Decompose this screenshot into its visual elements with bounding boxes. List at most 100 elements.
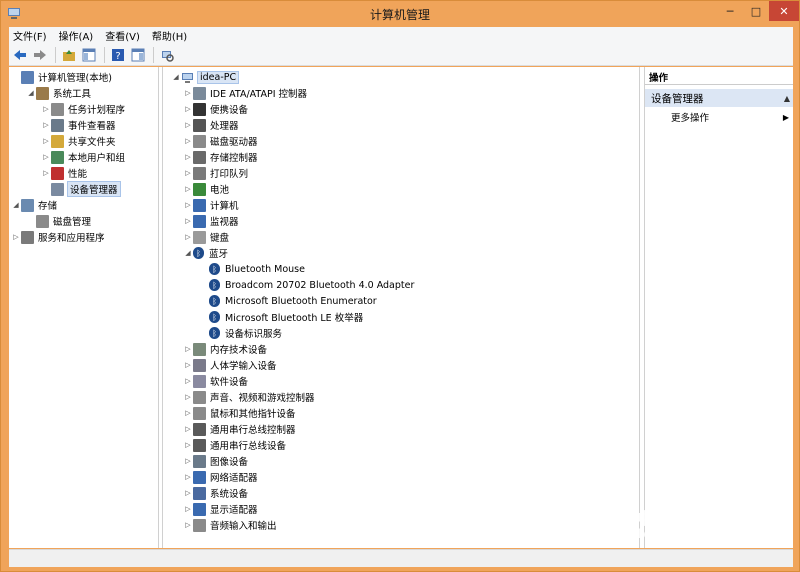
folder-up-icon [63, 49, 75, 61]
console-tree-item-label: 共享文件夹 [68, 137, 116, 148]
expand-arrow-icon[interactable]: ▷ [183, 201, 193, 209]
close-button[interactable]: ✕ [769, 1, 799, 21]
help-button[interactable]: ? [109, 46, 127, 64]
tree-root-idea-pc[interactable]: ◢ idea-PC [171, 69, 240, 85]
device-category[interactable]: ▷ 网络适配器 [183, 469, 258, 485]
device-category[interactable]: ◢ ᛒ 蓝牙 [183, 245, 228, 261]
maximize-button[interactable]: □ [743, 1, 769, 21]
collapse-up-icon[interactable]: ▲ [784, 94, 790, 103]
expand-arrow-icon[interactable]: ▷ [183, 169, 193, 177]
collapse-arrow-icon[interactable]: ◢ [11, 201, 21, 209]
device-category[interactable]: ▷ 通用串行总线设备 [183, 437, 286, 453]
device-category[interactable]: ▷ 音频输入和输出 [183, 517, 277, 533]
expand-arrow-icon[interactable]: ▷ [41, 121, 51, 129]
actions-section-device-manager[interactable]: 设备管理器 ▲ [645, 89, 793, 107]
title-bar[interactable]: 计算机管理 ─ □ ✕ [1, 1, 799, 25]
up-level-button[interactable] [60, 46, 78, 64]
disk-drive-icon [193, 134, 206, 148]
device-category[interactable]: ▷ 计算机 [183, 197, 239, 213]
console-tree-item[interactable]: 磁盘管理 [26, 213, 91, 229]
show-hide-action-pane-button[interactable] [129, 46, 147, 64]
minimize-button[interactable]: ─ [717, 1, 743, 21]
expand-arrow-icon[interactable]: ▷ [183, 521, 193, 529]
forward-button[interactable] [31, 46, 49, 64]
console-tree-item[interactable]: ▷ 事件查看器 [41, 117, 116, 133]
expand-arrow-icon[interactable]: ▷ [183, 489, 193, 497]
expand-arrow-icon[interactable]: ▷ [183, 345, 193, 353]
device-item[interactable]: ᛒ Microsoft Bluetooth Enumerator [209, 293, 377, 309]
shared-folder-icon [51, 134, 64, 148]
menu-view[interactable]: 查看(V) [105, 28, 140, 43]
device-category-label: 鼠标和其他指针设备 [210, 409, 296, 420]
device-category[interactable]: ▷ 存储控制器 [183, 149, 258, 165]
device-item[interactable]: ᛒ 设备标识服务 [209, 325, 282, 341]
expand-arrow-icon[interactable]: ▷ [41, 153, 51, 161]
expand-arrow-icon[interactable]: ▷ [183, 409, 193, 417]
collapse-arrow-icon[interactable]: ◢ [183, 249, 193, 257]
expand-arrow-icon[interactable]: ▷ [183, 361, 193, 369]
console-tree-item-label: 存储 [38, 201, 58, 212]
device-category[interactable]: ▷ 键盘 [183, 229, 229, 245]
device-category[interactable]: ▷ 图像设备 [183, 453, 248, 469]
device-category[interactable]: ▷ 通用串行总线控制器 [183, 421, 296, 437]
expand-arrow-icon[interactable]: ▷ [183, 217, 193, 225]
expand-arrow-icon[interactable]: ▷ [183, 393, 193, 401]
more-actions-item[interactable]: 更多操作 ▶ [671, 109, 791, 125]
device-category[interactable]: ▷ 显示适配器 [183, 501, 258, 517]
menu-action[interactable]: 操作(A) [59, 28, 94, 43]
device-category[interactable]: ▷ 系统设备 [183, 485, 248, 501]
show-hide-console-tree-button[interactable] [80, 46, 98, 64]
expand-arrow-icon[interactable]: ▷ [41, 105, 51, 113]
console-tree-item[interactable]: ▷ 性能 [41, 165, 87, 181]
expand-arrow-icon[interactable]: ▷ [183, 425, 193, 433]
expand-arrow-icon[interactable]: ▷ [183, 137, 193, 145]
device-category[interactable]: ▷ 声音、视频和游戏控制器 [183, 389, 315, 405]
console-tree-item[interactable]: ▷ 服务和应用程序 [11, 229, 105, 245]
device-item[interactable]: ᛒ Broadcom 20702 Bluetooth 4.0 Adapter [209, 277, 414, 293]
expand-arrow-icon[interactable]: ▷ [183, 185, 193, 193]
expand-arrow-icon[interactable]: ▷ [183, 105, 193, 113]
device-category[interactable]: ▷ 处理器 [183, 117, 239, 133]
menu-help[interactable]: 帮助(H) [152, 28, 187, 43]
device-category[interactable]: ▷ IDE ATA/ATAPI 控制器 [183, 85, 307, 101]
device-category[interactable]: ▷ 打印队列 [183, 165, 248, 181]
expand-arrow-icon[interactable]: ▷ [183, 505, 193, 513]
device-item[interactable]: ᛒ Microsoft Bluetooth LE 枚举器 [209, 309, 363, 325]
console-tree-item-label: 本地用户和组 [68, 153, 126, 164]
device-category[interactable]: ▷ 磁盘驱动器 [183, 133, 258, 149]
device-category[interactable]: ▷ 内存技术设备 [183, 341, 267, 357]
console-tree-item[interactable]: ▷ 本地用户和组 [41, 149, 125, 165]
console-tree-item[interactable]: 设备管理器 [41, 181, 121, 197]
device-category-label: 图像设备 [210, 457, 249, 468]
expand-arrow-icon[interactable]: ▷ [183, 89, 193, 97]
expand-arrow-icon[interactable]: ▷ [41, 137, 51, 145]
device-category[interactable]: ▷ 便携设备 [183, 101, 248, 117]
console-tree-item[interactable]: ◢ 系统工具 [26, 85, 91, 101]
ide-controller-icon [193, 86, 206, 100]
expand-arrow-icon[interactable]: ▷ [183, 121, 193, 129]
console-tree-item[interactable]: 计算机管理(本地) [11, 69, 112, 85]
expand-arrow-icon[interactable]: ▷ [183, 153, 193, 161]
expand-arrow-icon[interactable]: ▷ [183, 377, 193, 385]
device-category[interactable]: ▷ 软件设备 [183, 373, 248, 389]
expand-arrow-icon[interactable]: ▷ [11, 233, 21, 241]
device-item[interactable]: ᛒ Bluetooth Mouse [209, 261, 305, 277]
expand-arrow-icon[interactable]: ▷ [41, 169, 51, 177]
console-tree-item[interactable]: ▷ 任务计划程序 [41, 101, 125, 117]
console-tree-item[interactable]: ◢ 存储 [11, 197, 57, 213]
collapse-arrow-icon[interactable]: ◢ [26, 89, 36, 97]
scan-hardware-button[interactable] [158, 46, 176, 64]
expand-arrow-icon[interactable]: ▷ [183, 233, 193, 241]
device-category[interactable]: ▷ 人体学输入设备 [183, 357, 277, 373]
device-category[interactable]: ▷ 鼠标和其他指针设备 [183, 405, 296, 421]
collapse-arrow-icon[interactable]: ◢ [171, 73, 181, 81]
back-button[interactable] [11, 46, 29, 64]
expand-arrow-icon[interactable]: ▷ [183, 441, 193, 449]
menu-file[interactable]: 文件(F) [13, 28, 47, 43]
device-category[interactable]: ▷ 电池 [183, 181, 229, 197]
expand-arrow-icon[interactable]: ▷ [183, 473, 193, 481]
console-tree-icon [82, 48, 96, 61]
console-tree-item[interactable]: ▷ 共享文件夹 [41, 133, 116, 149]
device-category[interactable]: ▷ 监视器 [183, 213, 239, 229]
expand-arrow-icon[interactable]: ▷ [183, 457, 193, 465]
